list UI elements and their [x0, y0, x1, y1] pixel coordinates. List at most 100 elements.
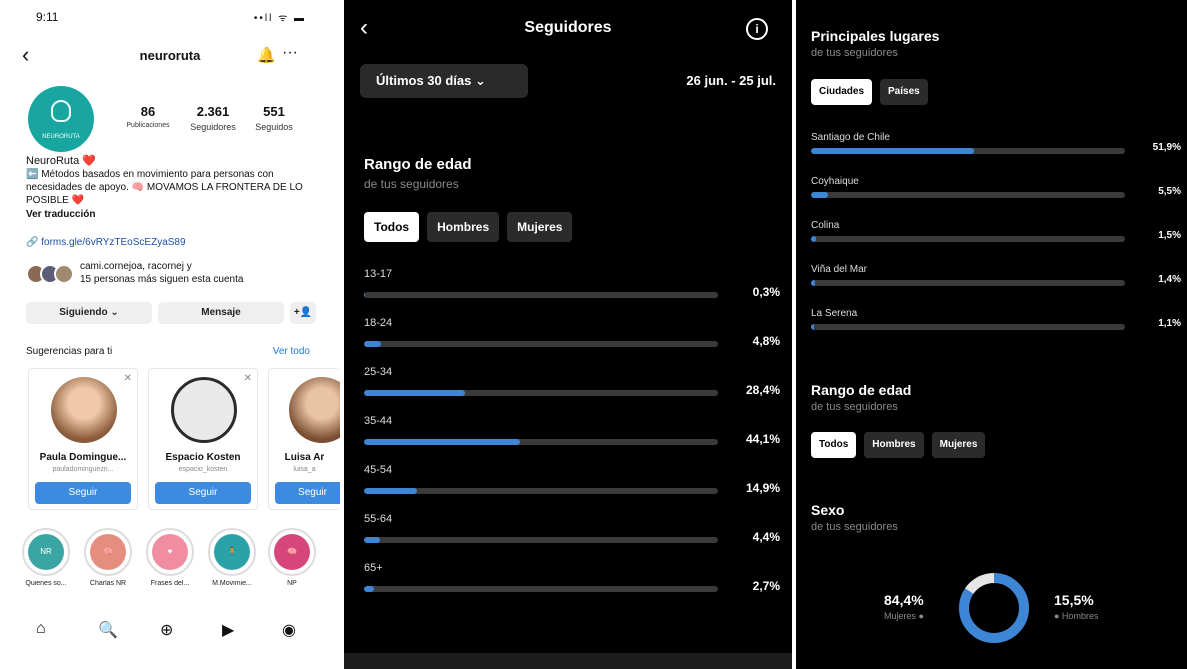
age-bar-percent: 44,1% — [745, 432, 780, 446]
age-bar-row: 35-44 44,1% — [364, 415, 780, 455]
tab-hombres[interactable]: Hombres — [427, 212, 500, 242]
highlight-ring: 🧠 — [268, 528, 316, 576]
avatar[interactable]: NEURORUTA — [28, 86, 94, 152]
see-all-link[interactable]: Ver todo — [273, 346, 310, 357]
date-range-text: 26 jun. - 25 jul. — [686, 73, 776, 88]
city-bar-fill — [811, 192, 829, 198]
brain-logo-icon — [51, 100, 71, 122]
follow-button[interactable]: Seguir — [155, 482, 251, 504]
gender-tabs: Todos Hombres Mujeres — [364, 212, 573, 242]
highlight[interactable]: NR Quienes so... — [18, 528, 74, 587]
highlight-label: Quienes so... — [25, 580, 67, 587]
age-range-subtitle: de tus seguidores — [364, 177, 459, 191]
men-percent: 15,5% — [1054, 592, 1094, 608]
mutual-line-2: 15 personas más siguen esta cuenta — [80, 274, 244, 285]
stat-followers[interactable]: 2.361 Seguidores — [180, 104, 246, 132]
city-bar-track — [811, 280, 1125, 286]
stat-followers-value: 2.361 — [196, 104, 230, 119]
highlight[interactable]: ♥ Frases del... — [142, 528, 198, 587]
tab-todos[interactable]: Todos — [811, 432, 857, 458]
sex-subtitle: de tus seguidores — [811, 521, 898, 533]
age-range-title: Rango de edad — [364, 156, 472, 173]
age-bar-track — [364, 390, 718, 396]
info-icon[interactable]: i — [746, 18, 768, 40]
page-title: Seguidores — [524, 19, 612, 36]
tab-mujeres[interactable]: Mujeres — [931, 432, 986, 458]
stat-following[interactable]: 551 Seguidos — [246, 104, 302, 132]
tab-mujeres[interactable]: Mujeres — [507, 212, 573, 242]
age-bar-fill — [364, 341, 381, 347]
profile-display-name: NeuroRuta ❤️ — [26, 155, 96, 167]
age-bar-track — [364, 341, 718, 347]
mutual-line-1: cami.cornejoa, racornej y — [80, 261, 192, 272]
age-bar-label: 35-44 — [364, 415, 393, 427]
close-icon[interactable]: ✕ — [244, 373, 252, 384]
stat-posts-value: 86 — [140, 104, 156, 119]
mutual-followers[interactable]: cami.cornejoa, racornej y 15 personas má… — [26, 260, 326, 290]
suggestion-card[interactable]: ✕ Paula Domingue... pauladominguezri... … — [28, 368, 138, 510]
create-icon[interactable]: ⊕ — [160, 620, 173, 640]
city-bar-track — [811, 324, 1125, 330]
profile-screen: 9:11 ••ll ᯤ ▬ ‹ neuroruta 🔔 ··· NEURORUT… — [0, 0, 340, 669]
message-button[interactable]: Mensaje — [158, 302, 284, 324]
age-bar-track — [364, 292, 718, 298]
suggestion-name: Espacio Kosten — [165, 452, 241, 463]
avatar-text: NEURORUTA — [42, 134, 80, 140]
age-bar-percent: 0,3% — [752, 285, 780, 299]
suggestions-title: Sugerencias para ti — [26, 346, 113, 357]
bio-text: ⬅️ Métodos basados en movimiento para pe… — [26, 169, 303, 206]
suggestion-card[interactable]: ✕ Espacio Kosten espacio_kosten Seguir — [148, 368, 258, 510]
city-bar-fill — [811, 324, 815, 330]
tab-paises[interactable]: Países — [880, 79, 928, 105]
follow-button[interactable]: Seguir — [35, 482, 131, 504]
profile-icon[interactable]: ◉ — [282, 620, 296, 640]
tab-todos[interactable]: Todos — [364, 212, 420, 242]
city-bar-label: La Serena — [811, 308, 858, 319]
age-bar-row: 45-54 14,9% — [364, 464, 780, 504]
following-button[interactable]: Siguiendo ⌄ — [26, 302, 152, 324]
highlight[interactable]: 🧍 M.Movimie... — [204, 528, 260, 587]
age-bar-fill — [364, 586, 374, 592]
age-bar-track — [364, 537, 718, 543]
add-user-button[interactable]: +👤 — [290, 302, 316, 324]
stat-following-value: 551 — [263, 104, 285, 119]
suggestion-photo — [51, 377, 117, 443]
tab-ciudades[interactable]: Ciudades — [811, 79, 873, 105]
places-title: Principales lugares — [811, 28, 940, 44]
profile-bio: NeuroRuta ❤️ ⬅️ Métodos basados en movim… — [26, 155, 326, 221]
home-icon[interactable]: ⌂ — [36, 620, 46, 638]
suggestion-card[interactable]: Luisa Ar luisa_a Seguir — [268, 368, 340, 510]
highlight-label: M.Movimie... — [212, 580, 252, 587]
follow-button[interactable]: Seguir — [275, 482, 340, 504]
women-label: Mujeres ● — [884, 611, 924, 621]
city-bar-row: Viña del Mar 1,4% — [811, 264, 1181, 300]
city-bar-track — [811, 236, 1125, 242]
suggestion-name: Paula Domingue... — [39, 452, 127, 463]
suggestion-username: luisa_a — [293, 466, 316, 473]
city-bar-row: Santiago de Chile 51,9% — [811, 132, 1181, 168]
highlight-ring: 🧠 — [84, 528, 132, 576]
translate-link[interactable]: Ver traducción — [26, 208, 326, 221]
profile-link[interactable]: 🔗 forms.gle/6vRYzTEoScEZyaS89 — [26, 237, 186, 248]
age-bar-label: 45-54 — [364, 464, 393, 476]
age-bar-percent: 4,8% — [752, 334, 780, 348]
date-range-dropdown[interactable]: Últimos 30 días ⌄ — [360, 64, 528, 98]
status-time: 9:11 — [36, 10, 59, 24]
highlight[interactable]: 🧠 Charlas NR — [80, 528, 136, 587]
age-tabs: Todos Hombres Mujeres — [811, 432, 986, 458]
highlight-ring: 🧍 — [208, 528, 256, 576]
age-bar-fill — [364, 537, 380, 543]
age-range-subtitle: de tus seguidores — [811, 401, 898, 413]
close-icon[interactable]: ✕ — [124, 373, 132, 384]
tab-hombres[interactable]: Hombres — [864, 432, 924, 458]
sex-title: Sexo — [811, 502, 845, 518]
highlight[interactable]: 🧠 NP — [264, 528, 320, 587]
more-icon[interactable]: ··· — [282, 44, 298, 62]
age-bar-label: 55-64 — [364, 513, 393, 525]
city-bar-row: Coyhaique 5,5% — [811, 176, 1181, 212]
reels-icon[interactable]: ▶ — [222, 620, 234, 640]
stat-posts[interactable]: 86 Publicaciones — [118, 104, 178, 129]
highlight-ring: NR — [22, 528, 70, 576]
search-icon[interactable]: 🔍 — [98, 620, 118, 640]
bell-icon[interactable]: 🔔 — [257, 46, 276, 64]
